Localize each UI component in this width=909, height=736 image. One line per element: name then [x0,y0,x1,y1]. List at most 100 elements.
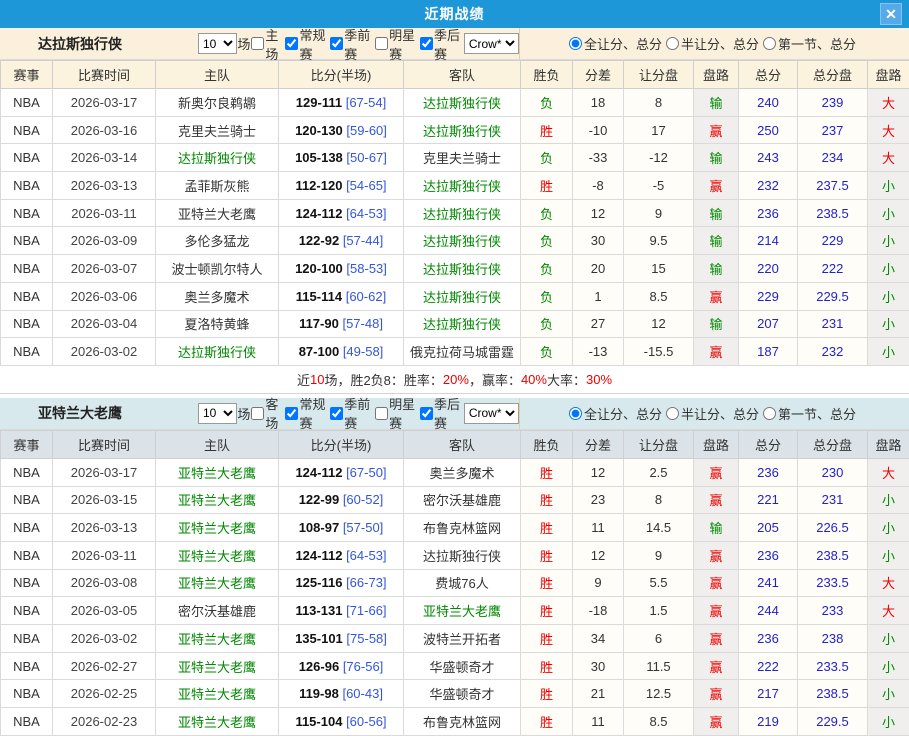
game-row: NBA2026-03-06奥兰多魔术115-114 [60-62]达拉斯独行侠负… [1,282,909,310]
total-points-cell: 236 [739,625,798,653]
handicap-line-cell: 9.5 [624,227,694,255]
filter-bar-left: 达拉斯独行侠 10 场 主场常规赛季前赛明星赛季后赛 Crow* [0,28,520,59]
point-diff-cell: 34 [573,625,624,653]
away-team-cell: 达拉斯独行侠 [404,310,521,338]
column-header: 赛事 [1,61,53,89]
total-line-cell: 237.5 [798,172,868,200]
total-line-cell: 229.5 [798,282,868,310]
total-line-cell: 238.5 [798,680,868,708]
handicap-result-cell: 输 [694,144,739,172]
filter-checkbox[interactable] [251,407,264,420]
score-cell: 115-104 [60-56] [279,708,404,736]
column-header: 比分(半场) [279,430,404,458]
date-cell: 2026-02-25 [53,680,156,708]
result-cell: 负 [521,310,573,338]
over-under-cell: 小 [868,541,909,569]
game-row: NBA2026-03-17亚特兰大老鹰124-112 [67-50]奥兰多魔术胜… [1,458,909,486]
filter-checkbox[interactable] [285,37,298,50]
close-button[interactable]: ✕ [880,3,902,25]
date-cell: 2026-03-02 [53,625,156,653]
result-cell: 负 [521,338,573,366]
filter-checkbox-text: 季后赛 [434,25,464,63]
column-header: 盘路 [694,61,739,89]
over-under-cell: 小 [868,255,909,283]
total-points-cell: 243 [739,144,798,172]
result-cell: 负 [521,89,573,117]
filter-checkbox-text: 常规赛 [299,25,329,63]
odds-type-radio[interactable] [569,37,582,50]
column-header: 胜负 [521,430,573,458]
column-header: 赛事 [1,430,53,458]
point-diff-cell: 30 [573,227,624,255]
filter-checkbox-label: 客场 [250,394,284,432]
away-team-cell: 华盛顿奇才 [404,680,521,708]
filter-checkbox[interactable] [330,37,343,50]
games-count-select[interactable]: 10 [198,33,237,54]
filter-checkbox[interactable] [251,37,264,50]
odds-type-radio[interactable] [666,37,679,50]
filter-checkbox-label: 季后赛 [419,394,464,432]
odds-type-radio[interactable] [763,37,776,50]
result-cell: 胜 [521,652,573,680]
handicap-line-cell: 8.5 [624,708,694,736]
league-cell: NBA [1,310,53,338]
column-header: 胜负 [521,61,573,89]
total-line-cell: 231 [798,486,868,514]
league-cell: NBA [1,486,53,514]
odds-type-radio[interactable] [666,407,679,420]
league-cell: NBA [1,680,53,708]
handicap-result-cell: 赢 [694,597,739,625]
handicap-line-cell: -12 [624,144,694,172]
total-line-cell: 233.5 [798,569,868,597]
column-header: 比赛时间 [53,430,156,458]
filter-checkbox-text: 常规赛 [299,394,329,432]
filter-checkbox[interactable] [285,407,298,420]
total-line-cell: 239 [798,89,868,117]
date-cell: 2026-03-04 [53,310,156,338]
filter-checkbox[interactable] [375,407,388,420]
result-cell: 胜 [521,514,573,542]
game-row: NBA2026-02-27亚特兰大老鹰126-96 [76-56]华盛顿奇才胜3… [1,652,909,680]
total-points-cell: 221 [739,486,798,514]
league-cell: NBA [1,282,53,310]
home-team-cell: 亚特兰大老鹰 [156,708,279,736]
filter-checkbox[interactable] [420,37,433,50]
point-diff-cell: -10 [573,116,624,144]
league-cell: NBA [1,227,53,255]
filter-checkbox[interactable] [375,37,388,50]
games-label: 场 [237,404,250,423]
over-under-cell: 小 [868,486,909,514]
point-diff-cell: 12 [573,458,624,486]
handicap-result-cell: 输 [694,255,739,283]
home-team-cell: 奥兰多魔术 [156,282,279,310]
away-team-cell: 布鲁克林篮网 [404,708,521,736]
source-select[interactable]: Crow* [464,33,519,54]
column-header: 总分 [739,430,798,458]
score-cell: 120-100 [58-53] [279,255,404,283]
handicap-line-cell: 8 [624,89,694,117]
total-line-cell: 229.5 [798,708,868,736]
date-cell: 2026-03-14 [53,144,156,172]
date-cell: 2026-03-05 [53,597,156,625]
games-count-select[interactable]: 10 [198,403,237,424]
odds-type-radio[interactable] [569,407,582,420]
column-header: 总分 [739,61,798,89]
odds-type-radio[interactable] [763,407,776,420]
game-row: NBA2026-03-11亚特兰大老鹰124-112 [64-53]达拉斯独行侠… [1,199,909,227]
odds-type-radio-label: 第一节、总分 [763,34,856,53]
score-cell: 108-97 [57-50] [279,514,404,542]
game-row: NBA2026-03-15亚特兰大老鹰122-99 [60-52]密尔沃基雄鹿胜… [1,486,909,514]
filter-checkbox[interactable] [330,407,343,420]
total-line-cell: 234 [798,144,868,172]
filter-checkbox[interactable] [420,407,433,420]
over-under-cell: 大 [868,597,909,625]
game-row: NBA2026-03-17新奥尔良鹈鹕129-111 [67-54]达拉斯独行侠… [1,89,909,117]
result-cell: 负 [521,282,573,310]
handicap-line-cell: 8.5 [624,282,694,310]
over-under-cell: 大 [868,116,909,144]
date-cell: 2026-03-07 [53,255,156,283]
league-cell: NBA [1,89,53,117]
source-select[interactable]: Crow* [464,403,519,424]
result-cell: 胜 [521,541,573,569]
column-header: 让分盘 [624,61,694,89]
